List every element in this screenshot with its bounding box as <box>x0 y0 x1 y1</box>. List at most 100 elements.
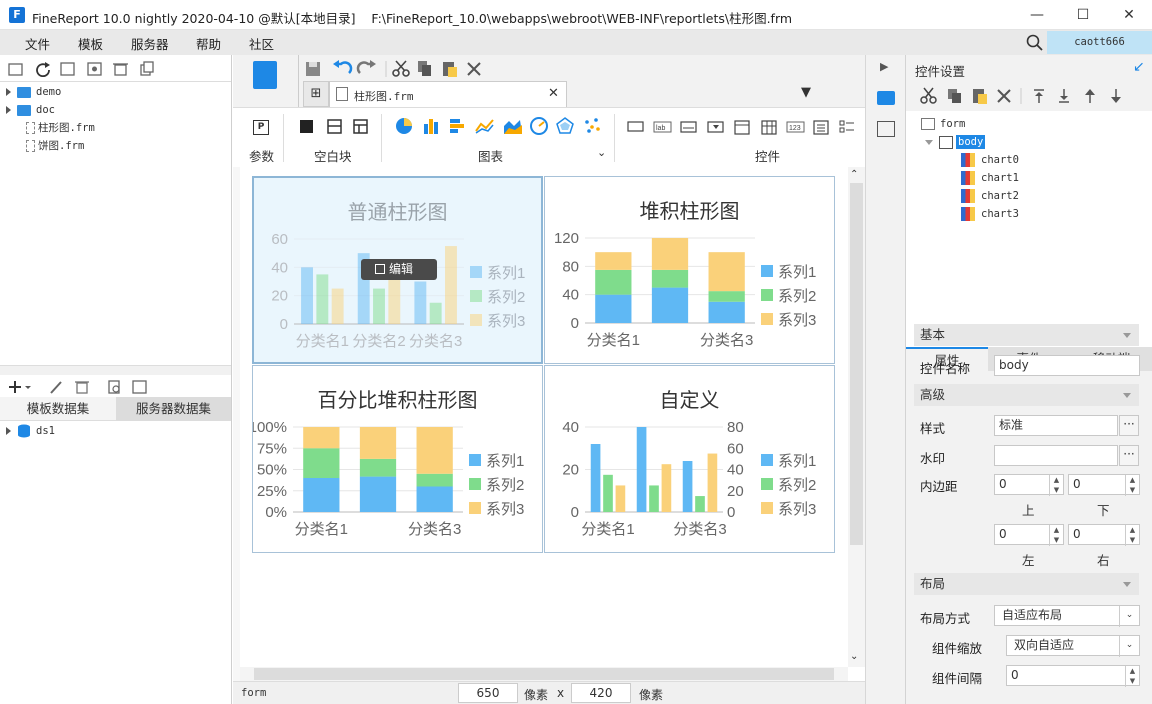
tree-item-pie-chart-frm[interactable]: 饼图.frm <box>6 137 226 155</box>
column-chart-icon[interactable] <box>424 119 438 134</box>
style-more-button[interactable]: ··· <box>1119 415 1139 436</box>
widget-name-input[interactable]: body <box>994 355 1140 376</box>
collapse-arrow-icon[interactable]: ▶ <box>880 60 888 73</box>
tree-item-doc[interactable]: doc <box>6 101 226 119</box>
cut-icon[interactable] <box>920 87 937 104</box>
copy-icon[interactable] <box>418 61 431 76</box>
section-basic[interactable]: 基本 <box>914 324 1139 346</box>
dataset-item-ds1[interactable]: ds1 <box>6 422 55 440</box>
undo-icon[interactable] <box>333 60 353 74</box>
tree-node-chart0[interactable]: chart0 <box>961 151 1019 169</box>
label-widget-icon[interactable]: lab <box>653 121 672 133</box>
splitter-handle[interactable] <box>0 365 231 375</box>
move-down-icon[interactable] <box>1111 89 1121 103</box>
area-chart-icon[interactable] <box>504 120 522 134</box>
preview-icon[interactable] <box>108 380 120 394</box>
minimize-icon[interactable]: — <box>1014 0 1060 30</box>
dataset-settings-icon[interactable] <box>132 380 147 394</box>
move-up-icon[interactable] <box>1085 89 1095 103</box>
cut-icon[interactable] <box>392 60 410 77</box>
delete-icon[interactable] <box>997 89 1011 103</box>
pin-icon[interactable]: ↙ <box>1133 59 1145 75</box>
refresh-icon[interactable] <box>36 62 50 78</box>
tab-close-icon[interactable]: ✕ <box>548 86 559 101</box>
move-bottom-icon[interactable] <box>1059 89 1069 103</box>
canvas-width-input[interactable]: 650 <box>458 683 518 703</box>
vertical-scrollbar[interactable]: ⌃ ⌄ <box>848 167 865 667</box>
combo-widget-icon[interactable] <box>707 121 724 133</box>
menu-community[interactable]: 社区 <box>249 34 274 53</box>
tree-node-form[interactable]: form <box>921 115 965 133</box>
menu-server[interactable]: 服务器 <box>131 34 169 53</box>
close-icon[interactable]: ✕ <box>1106 0 1152 30</box>
template-type-icon[interactable] <box>253 61 277 89</box>
tree-item-demo[interactable]: demo <box>6 83 226 101</box>
button-widget-icon[interactable] <box>627 121 644 132</box>
tab-server-dataset[interactable]: 服务器数据集 <box>116 397 231 421</box>
list-widget-icon[interactable] <box>813 120 829 135</box>
gauge-chart-icon[interactable] <box>530 117 548 135</box>
template-icon[interactable] <box>60 62 75 76</box>
scatter-chart-icon[interactable] <box>585 118 600 133</box>
copy-icon[interactable] <box>948 89 961 103</box>
tree-item-bar-chart-frm[interactable]: 柱形图.frm <box>6 119 226 137</box>
delete-icon[interactable] <box>467 62 481 76</box>
user-account[interactable]: caott666 <box>1047 31 1152 54</box>
checkbox-group-icon[interactable] <box>839 120 854 133</box>
tab-template-dataset[interactable]: 模板数据集 <box>0 397 116 421</box>
date-widget-icon[interactable] <box>734 120 750 135</box>
bar-chart-icon[interactable] <box>450 119 464 133</box>
menu-help[interactable]: 帮助 <box>196 34 221 53</box>
padding-left-input[interactable]: 0 ▲ ▼ <box>994 524 1064 546</box>
number-widget-icon[interactable]: 123 <box>786 121 805 133</box>
chart1-cell[interactable]: 堆积柱形图 0 40 80 120 分类名1 分类名3 系列1 系列2 系列3 <box>544 176 835 364</box>
section-layout[interactable]: 布局 <box>914 573 1139 595</box>
tree-node-body[interactable]: body <box>925 133 986 151</box>
tree-node-chart3[interactable]: chart3 <box>961 205 1019 223</box>
maximize-icon[interactable]: ☐ <box>1060 0 1106 30</box>
component-gap-input[interactable]: 0 ▲ ▼ <box>1006 665 1140 687</box>
chart2-cell[interactable]: 百分比堆积柱形图 0%25%50%75%100%分类名1分类名3系列1系列2系列… <box>252 365 543 553</box>
menu-file[interactable]: 文件 <box>25 34 50 53</box>
save-icon[interactable] <box>306 62 320 76</box>
tree-node-chart1[interactable]: chart1 <box>961 169 1019 187</box>
sheet-menu-icon[interactable]: ▼ <box>801 85 811 100</box>
search-icon[interactable] <box>1026 34 1043 51</box>
move-top-icon[interactable] <box>1034 89 1044 103</box>
style-input[interactable]: 标准 <box>994 415 1118 436</box>
padding-top-input[interactable]: 0 ▲ ▼ <box>994 474 1064 496</box>
widget-settings-tab-icon[interactable] <box>877 91 895 105</box>
copy-icon[interactable] <box>140 61 154 76</box>
menu-template[interactable]: 模板 <box>78 34 103 53</box>
pie-chart-icon[interactable] <box>396 118 412 134</box>
redo-icon[interactable] <box>356 60 376 74</box>
parameter-icon[interactable]: P <box>253 120 269 135</box>
text-widget-icon[interactable] <box>680 121 697 133</box>
tab-block-icon[interactable] <box>327 119 342 134</box>
add-dataset-icon[interactable] <box>9 381 31 393</box>
absolute-block-icon[interactable] <box>300 120 313 133</box>
component-library-icon[interactable] <box>877 121 895 137</box>
radar-chart-icon[interactable] <box>556 117 574 134</box>
paste-icon[interactable] <box>443 62 457 77</box>
design-canvas[interactable]: 普通柱形图 0 20 40 60 分类名1 分类名2 分类名3 系列1 系列2 系列3 编辑 堆积… <box>240 167 848 667</box>
paste-icon[interactable] <box>973 89 987 104</box>
delete-icon[interactable] <box>75 381 89 394</box>
canvas-height-input[interactable]: 420 <box>571 683 631 703</box>
edit-chart-button[interactable]: 编辑 <box>361 259 437 280</box>
horizontal-scrollbar[interactable] <box>240 667 848 681</box>
chart0-cell[interactable]: 普通柱形图 0 20 40 60 分类名1 分类名2 分类名3 系列1 系列2 系列3 编辑 <box>252 176 543 364</box>
settings-icon[interactable] <box>87 62 102 76</box>
doc-tab[interactable]: 柱形图.frm ✕ <box>329 81 567 107</box>
delete-icon[interactable] <box>113 63 128 76</box>
line-chart-icon[interactable] <box>475 119 494 134</box>
watermark-more-button[interactable]: ··· <box>1119 445 1139 466</box>
section-advanced[interactable]: 高级 <box>914 384 1139 406</box>
layout-mode-select[interactable]: 自适应布局 ⌄ <box>994 605 1140 627</box>
padding-right-input[interactable]: 0 ▲ ▼ <box>1068 524 1140 546</box>
calendar-widget-icon[interactable] <box>761 120 777 135</box>
grid-icon[interactable]: ⊞ <box>303 81 329 107</box>
chart-more-icon[interactable]: ⌄ <box>597 146 606 159</box>
chart3-cell[interactable]: 自定义 0 20 40 0 20 40 60 80 分类名1 分类名3 系列1 系列2 系列3 <box>544 365 835 553</box>
edit-icon[interactable] <box>50 381 62 394</box>
